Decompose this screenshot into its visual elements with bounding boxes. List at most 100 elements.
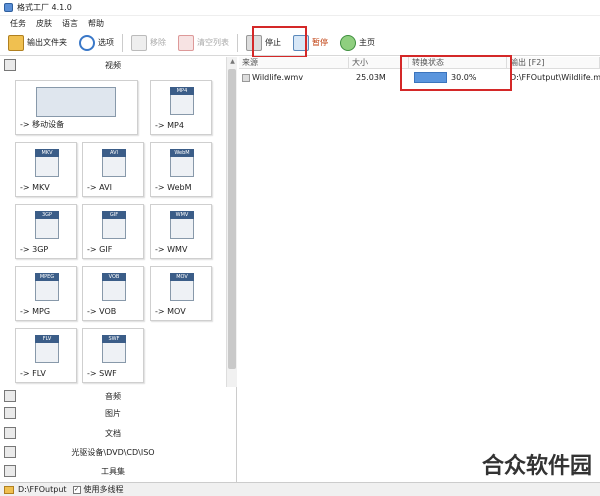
format-label: -> AVI xyxy=(87,183,112,192)
folder-icon xyxy=(8,34,24,51)
format-tag: SWF xyxy=(102,335,126,343)
options-icon xyxy=(79,34,95,51)
column-size[interactable]: 大小 xyxy=(349,57,409,69)
format-tag: MKV xyxy=(35,149,59,157)
format-tag: MP4 xyxy=(170,87,194,95)
menu-bar: 任务 皮肤 语言 帮助 xyxy=(0,16,600,30)
format-label: -> GIF xyxy=(87,245,113,254)
format-tile[interactable]: WebM -> WebM xyxy=(150,142,212,197)
format-tag: VOB xyxy=(102,273,126,281)
category-optical[interactable]: 光驱设备\DVD\CD\ISO xyxy=(0,444,226,460)
format-label: -> SWF xyxy=(87,369,117,378)
format-file-icon: WebM xyxy=(170,149,194,177)
format-tag: FLV xyxy=(35,335,59,343)
format-label: -> MKV xyxy=(20,183,50,192)
format-file-icon: MPEG xyxy=(35,273,59,301)
remove-icon xyxy=(131,34,147,51)
format-label: -> 3GP xyxy=(20,245,49,254)
format-file-icon: WMV xyxy=(170,211,194,239)
format-label: -> WMV xyxy=(155,245,188,254)
table-row[interactable]: Wildlife.wmv 25.03M 30.0% D:\FFOutput\Wi… xyxy=(239,70,600,85)
menu-item-skin[interactable]: 皮肤 xyxy=(36,18,52,29)
format-file-icon: MOV xyxy=(170,273,194,301)
home-icon xyxy=(340,34,356,51)
format-tag: MPEG xyxy=(35,273,59,281)
options-button[interactable]: 选项 xyxy=(75,33,118,53)
watermark: 合众软件园 xyxy=(481,454,592,479)
format-tile[interactable]: FLV -> FLV xyxy=(15,328,77,383)
format-tile[interactable]: MKV -> MKV xyxy=(15,142,77,197)
category-scrollbar[interactable]: ▲ xyxy=(226,57,237,387)
scroll-up-icon[interactable]: ▲ xyxy=(227,57,238,67)
file-icon xyxy=(242,73,250,82)
format-file-icon: MP4 xyxy=(170,87,194,115)
format-file-icon: FLV xyxy=(35,335,59,363)
window-title: 格式工厂 4.1.0 xyxy=(17,3,72,12)
category-tools[interactable]: 工具集 xyxy=(0,463,226,479)
menu-item-help[interactable]: 帮助 xyxy=(88,18,104,29)
format-tile[interactable]: 3GP -> 3GP xyxy=(15,204,77,259)
format-tag: WMV xyxy=(170,211,194,219)
column-source[interactable]: 来源 xyxy=(239,57,349,69)
format-tile[interactable]: MPEG -> MPG xyxy=(15,266,77,321)
clear-icon xyxy=(178,34,194,51)
category-audio[interactable]: 音频 xyxy=(0,388,226,404)
format-tag: MOV xyxy=(170,273,194,281)
category-document[interactable]: 文档 xyxy=(0,425,226,441)
app-icon xyxy=(4,3,13,12)
format-label: -> WebM xyxy=(155,183,192,192)
format-file-icon: MKV xyxy=(35,149,59,177)
clear-list-button[interactable]: 清空列表 xyxy=(174,33,233,53)
format-label: -> VOB xyxy=(87,307,117,316)
column-status[interactable]: 转换状态 xyxy=(409,57,507,69)
format-tile[interactable]: -> 移动设备 xyxy=(15,80,138,135)
status-bar: D:\FFOutput ✓ 使用多线程 xyxy=(0,482,600,496)
format-tile[interactable]: SWF -> SWF xyxy=(82,328,144,383)
format-tile[interactable]: MOV -> MOV xyxy=(150,266,212,321)
category-picture[interactable]: 图片 xyxy=(0,405,226,421)
output-folder-button[interactable]: 输出文件夹 xyxy=(4,33,71,53)
format-tag: WebM xyxy=(170,149,194,157)
format-tag: GIF xyxy=(102,211,126,219)
stop-button[interactable]: 停止 xyxy=(242,33,285,53)
task-list: 来源 大小 转换状态 输出 [F2] Wildlife.wmv 25.03M 3… xyxy=(239,57,600,482)
scroll-thumb[interactable] xyxy=(228,69,236,369)
title-bar: 格式工厂 4.1.0 xyxy=(0,0,600,16)
file-name: Wildlife.wmv xyxy=(239,70,349,85)
format-label: -> MP4 xyxy=(155,121,184,130)
progress-status: 30.0% xyxy=(451,73,477,82)
stop-icon xyxy=(246,34,262,51)
category-video[interactable]: 视频 xyxy=(0,57,226,73)
toolbar-separator xyxy=(122,33,123,52)
format-tag: AVI xyxy=(102,149,126,157)
column-output[interactable]: 输出 [F2] xyxy=(507,57,600,69)
file-size: 25.03M xyxy=(356,73,386,82)
format-file-icon: AVI xyxy=(102,149,126,177)
format-tile[interactable]: WMV -> WMV xyxy=(150,204,212,259)
menu-item-task[interactable]: 任务 xyxy=(10,18,26,29)
toolbar: 输出文件夹 选项 移除 清空列表 停止 暂停 主页 xyxy=(0,30,600,56)
format-tag: 3GP xyxy=(35,211,59,219)
toolbar-separator xyxy=(237,33,238,52)
format-file-icon: GIF xyxy=(102,211,126,239)
multithread-checkbox[interactable]: ✓ xyxy=(72,485,81,494)
pause-icon xyxy=(293,34,309,51)
format-label: -> MOV xyxy=(155,307,186,316)
format-tile[interactable]: GIF -> GIF xyxy=(82,204,144,259)
remove-button[interactable]: 移除 xyxy=(127,33,170,53)
format-tile[interactable]: VOB -> VOB xyxy=(82,266,144,321)
format-label: -> 移动设备 xyxy=(20,120,65,129)
menu-item-language[interactable]: 语言 xyxy=(62,18,78,29)
folder-icon xyxy=(4,485,14,494)
format-file-icon: VOB xyxy=(102,273,126,301)
format-label: -> FLV xyxy=(20,369,46,378)
home-button[interactable]: 主页 xyxy=(336,33,379,53)
format-label: -> MPG xyxy=(20,307,51,316)
format-file-icon xyxy=(36,87,116,117)
output-folder-path[interactable]: D:\FFOutput xyxy=(18,485,67,494)
format-tile[interactable]: MP4 -> MP4 xyxy=(150,80,212,135)
pause-button[interactable]: 暂停 xyxy=(289,33,332,53)
format-tile[interactable]: AVI -> AVI xyxy=(82,142,144,197)
format-file-icon: 3GP xyxy=(35,211,59,239)
progress-bar xyxy=(414,72,447,83)
